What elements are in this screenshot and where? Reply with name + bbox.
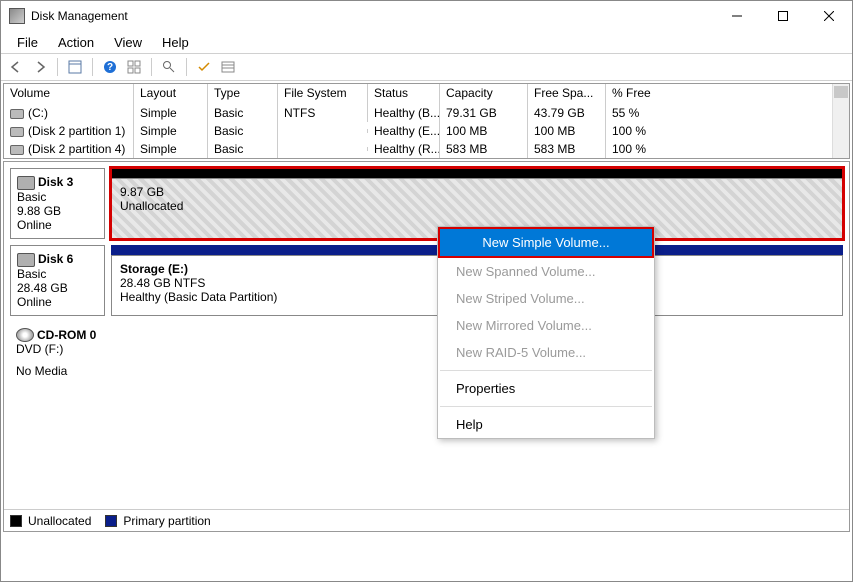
disk-icon xyxy=(17,176,35,190)
back-button[interactable] xyxy=(5,56,27,78)
disk6-size: 28.48 GB xyxy=(17,281,98,295)
table-row[interactable]: (C:)SimpleBasicNTFSHealthy (B...79.31 GB… xyxy=(4,104,849,122)
cdrom-media: No Media xyxy=(16,364,99,378)
ctx-new-raid5-volume: New RAID-5 Volume... xyxy=(438,339,654,366)
view-button[interactable] xyxy=(64,56,86,78)
disk3-type: Basic xyxy=(17,190,98,204)
cdrom-info[interactable]: CD-ROM 0 DVD (F:) No Media xyxy=(10,322,105,385)
col-filesystem[interactable]: File System xyxy=(278,84,368,104)
col-type[interactable]: Type xyxy=(208,84,278,104)
svg-text:?: ? xyxy=(107,62,113,73)
cdrom-block: CD-ROM 0 DVD (F:) No Media xyxy=(10,322,843,385)
disk6-type: Basic xyxy=(17,267,98,281)
legend-primary-swatch xyxy=(105,515,117,527)
ctx-new-spanned-volume: New Spanned Volume... xyxy=(438,258,654,285)
maximize-button[interactable] xyxy=(760,1,806,31)
menu-help[interactable]: Help xyxy=(152,33,199,52)
forward-button[interactable] xyxy=(29,56,51,78)
check-button[interactable] xyxy=(193,56,215,78)
cdrom-name: CD-ROM 0 xyxy=(37,328,96,342)
disk6-info[interactable]: Disk 6 Basic 28.48 GB Online xyxy=(10,245,105,316)
col-percent-free[interactable]: % Free xyxy=(606,84,849,104)
disk3-part-size: 9.87 GB xyxy=(120,185,834,199)
disk3-name: Disk 3 xyxy=(38,175,73,189)
disk6-block: Disk 6 Basic 28.48 GB Online Storage (E:… xyxy=(10,245,843,316)
scrollbar[interactable] xyxy=(832,84,849,158)
list-button[interactable] xyxy=(217,56,239,78)
cdrom-drive: DVD (F:) xyxy=(16,342,99,356)
ctx-separator xyxy=(440,406,652,407)
disk6-status: Online xyxy=(17,295,98,309)
ctx-new-mirrored-volume: New Mirrored Volume... xyxy=(438,312,654,339)
disk6-name: Disk 6 xyxy=(38,252,73,266)
grid-button[interactable] xyxy=(123,56,145,78)
disk3-size: 9.88 GB xyxy=(17,204,98,218)
legend: Unallocated Primary partition xyxy=(4,509,849,531)
ctx-properties[interactable]: Properties xyxy=(438,375,654,402)
app-icon xyxy=(9,8,25,24)
col-layout[interactable]: Layout xyxy=(134,84,208,104)
close-button[interactable] xyxy=(806,1,852,31)
unallocated-strip xyxy=(111,168,843,178)
ctx-new-simple-volume[interactable]: New Simple Volume... xyxy=(440,229,652,256)
title-bar: Disk Management xyxy=(1,1,852,31)
disk3-block: Disk 3 Basic 9.88 GB Online 9.87 GB Unal… xyxy=(10,168,843,239)
minimize-button[interactable] xyxy=(714,1,760,31)
menu-file[interactable]: File xyxy=(7,33,48,52)
col-capacity[interactable]: Capacity xyxy=(440,84,528,104)
graphical-pane: Disk 3 Basic 9.88 GB Online 9.87 GB Unal… xyxy=(3,161,850,532)
table-row[interactable]: (Disk 2 partition 1)SimpleBasicHealthy (… xyxy=(4,122,849,140)
col-volume[interactable]: Volume xyxy=(4,84,134,104)
ctx-separator xyxy=(440,370,652,371)
disk3-status: Online xyxy=(17,218,98,232)
window-title: Disk Management xyxy=(31,9,714,23)
help-button[interactable]: ? xyxy=(99,56,121,78)
disk3-info[interactable]: Disk 3 Basic 9.88 GB Online xyxy=(10,168,105,239)
volume-list-pane: Volume Layout Type File System Status Ca… xyxy=(3,83,850,159)
ctx-new-striped-volume: New Striped Volume... xyxy=(438,285,654,312)
legend-primary-label: Primary partition xyxy=(123,514,210,528)
dvd-icon xyxy=(16,328,34,342)
scroll-thumb[interactable] xyxy=(834,86,848,98)
legend-unalloc-swatch xyxy=(10,515,22,527)
col-status[interactable]: Status xyxy=(368,84,440,104)
toolbar: ? xyxy=(1,53,852,81)
col-free[interactable]: Free Spa... xyxy=(528,84,606,104)
menu-bar: File Action View Help xyxy=(1,31,852,53)
legend-unalloc-label: Unallocated xyxy=(28,514,91,528)
column-headers: Volume Layout Type File System Status Ca… xyxy=(4,84,849,104)
menu-action[interactable]: Action xyxy=(48,33,104,52)
context-menu: New Simple Volume... New Spanned Volume.… xyxy=(437,226,655,439)
disk3-part-label: Unallocated xyxy=(120,199,834,213)
table-row[interactable]: (Disk 2 partition 4)SimpleBasicHealthy (… xyxy=(4,140,849,158)
disk-icon xyxy=(17,253,35,267)
volume-rows: (C:)SimpleBasicNTFSHealthy (B...79.31 GB… xyxy=(4,104,849,158)
ctx-help[interactable]: Help xyxy=(438,411,654,438)
search-button[interactable] xyxy=(158,56,180,78)
menu-view[interactable]: View xyxy=(104,33,152,52)
